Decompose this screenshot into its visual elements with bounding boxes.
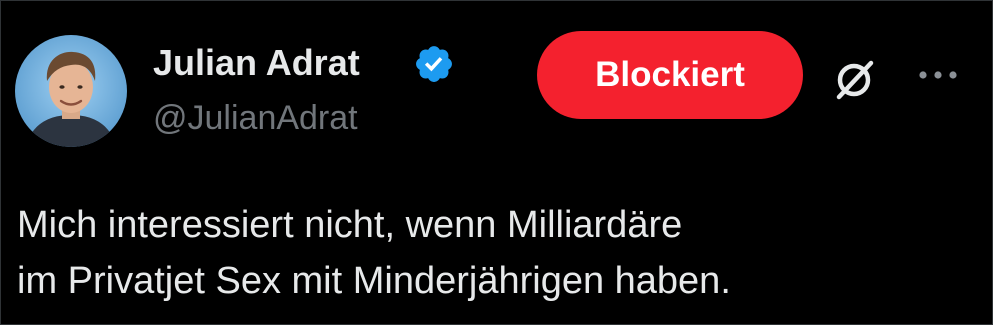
user-handle[interactable]: @JulianAdrat — [153, 97, 358, 139]
display-name[interactable]: Julian Adrat — [153, 41, 360, 85]
tweet-line: Mich interessiert nicht, wenn Milliardär… — [17, 204, 683, 246]
avatar[interactable] — [15, 35, 127, 147]
more-icon[interactable] — [915, 63, 961, 87]
avatar-image — [15, 35, 127, 147]
verified-badge-icon[interactable] — [413, 43, 455, 85]
tweet-text: Mich interessiert nicht, wenn Milliardär… — [17, 197, 982, 309]
blocked-button[interactable]: Blockiert — [537, 31, 803, 119]
grok-icon[interactable] — [831, 55, 879, 103]
tweet-card: Julian Adrat @JulianAdrat Blockiert Mich… — [0, 0, 993, 325]
tweet-line: im Privatjet Sex mit Minderjährigen habe… — [17, 260, 731, 302]
